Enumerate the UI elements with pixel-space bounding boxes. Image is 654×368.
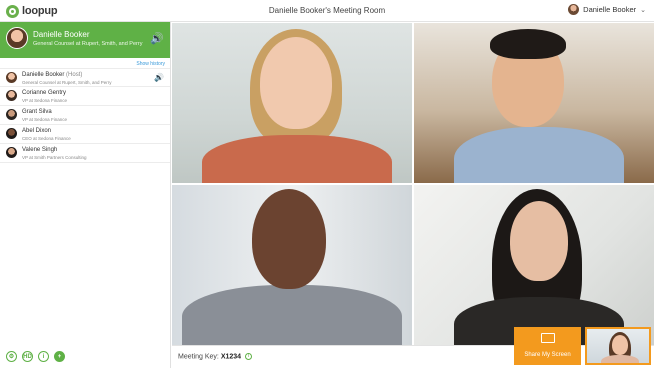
avatar	[6, 109, 17, 120]
settings-icon[interactable]: ⚙	[6, 351, 17, 362]
avatar	[6, 147, 17, 158]
participant-face	[612, 335, 628, 355]
participant-item[interactable]: Valene Singh VP at Smith Partners Consul…	[0, 144, 170, 163]
participant-list: Danielle Booker (Host) General Counsel a…	[0, 68, 170, 163]
user-name: Danielle Booker	[583, 5, 637, 14]
meeting-key-value: X1234	[220, 353, 242, 361]
participant-body	[182, 285, 402, 345]
host-tag: (Host)	[66, 72, 83, 78]
volume-icon[interactable]: 🔊	[150, 32, 164, 45]
participant-face	[252, 189, 326, 289]
participant-role: VP at Sedona Finance	[22, 117, 67, 122]
participant-body	[601, 355, 639, 363]
speaker-avatar	[6, 27, 28, 49]
active-speaker-card: Danielle Booker General Counsel at Ruper…	[0, 22, 170, 58]
user-avatar	[568, 4, 580, 15]
participant-role: CEO at Sedona Finance	[22, 136, 71, 141]
participant-role: VP at Sedona Finance	[22, 98, 67, 103]
chevron-down-icon: ⌄	[640, 6, 646, 14]
participant-name: Corianne Gentry	[22, 90, 67, 96]
avatar	[6, 90, 17, 101]
hd-icon[interactable]: HD	[22, 351, 33, 362]
participant-body	[202, 135, 392, 183]
meeting-key: Meeting Key: X1234 i	[178, 353, 253, 361]
participant-item[interactable]: Grant Silva VP at Sedona Finance	[0, 106, 170, 125]
user-menu[interactable]: Danielle Booker ⌄	[568, 4, 646, 15]
speaker-title: General Counsel at Rupert, Smith, and Pe…	[33, 41, 143, 47]
bottom-bar: Meeting Key: X1234 i	[172, 345, 654, 368]
meeting-key-label: Meeting Key:	[178, 353, 219, 361]
participant-body	[454, 127, 624, 183]
participant-name: Valene Singh	[22, 147, 58, 153]
info-icon[interactable]: i	[38, 351, 49, 362]
video-tile-4[interactable]	[414, 185, 654, 345]
sidebar-toolbar: ⚙ HD i +	[6, 351, 65, 362]
participants-sidebar: Danielle Booker General Counsel at Ruper…	[0, 22, 171, 368]
add-icon[interactable]: +	[54, 351, 65, 362]
screen-share-icon	[541, 333, 555, 343]
top-bar: loopup Danielle Booker's Meeting Room Da…	[0, 0, 654, 22]
speaker-name: Danielle Booker	[33, 30, 90, 39]
participant-name: Abel Dixon	[22, 128, 52, 134]
participant-name: Danielle Booker	[22, 72, 65, 78]
video-tile-2[interactable]	[414, 23, 654, 183]
share-screen-label: Share My Screen	[524, 352, 571, 358]
participant-face	[260, 37, 332, 129]
video-tile-3[interactable]	[172, 185, 412, 345]
participant-item[interactable]: Corianne Gentry VP at Sedona Finance	[0, 87, 170, 106]
volume-icon: 🔊	[154, 73, 164, 82]
avatar	[6, 128, 17, 139]
self-view-thumbnail[interactable]	[585, 327, 651, 365]
avatar	[6, 72, 17, 83]
info-icon[interactable]: i	[245, 353, 253, 360]
show-history-link[interactable]: Show history	[136, 61, 165, 67]
participant-item[interactable]: Abel Dixon CEO at Sedona Finance	[0, 125, 170, 144]
participant-name: Grant Silva	[22, 109, 52, 115]
participant-hair	[490, 29, 566, 59]
participant-face	[510, 201, 568, 281]
participant-role: VP at Smith Partners Consulting	[22, 155, 87, 160]
participant-name-group: Danielle Booker (Host)	[22, 72, 82, 78]
share-screen-button[interactable]: Share My Screen	[514, 327, 581, 365]
meeting-room-title: Danielle Booker's Meeting Room	[268, 6, 386, 15]
participant-item[interactable]: Danielle Booker (Host) General Counsel a…	[0, 68, 170, 87]
participant-role: General Counsel at Rupert, Smith, and Pe…	[22, 80, 112, 85]
video-tile-1[interactable]	[172, 23, 412, 183]
